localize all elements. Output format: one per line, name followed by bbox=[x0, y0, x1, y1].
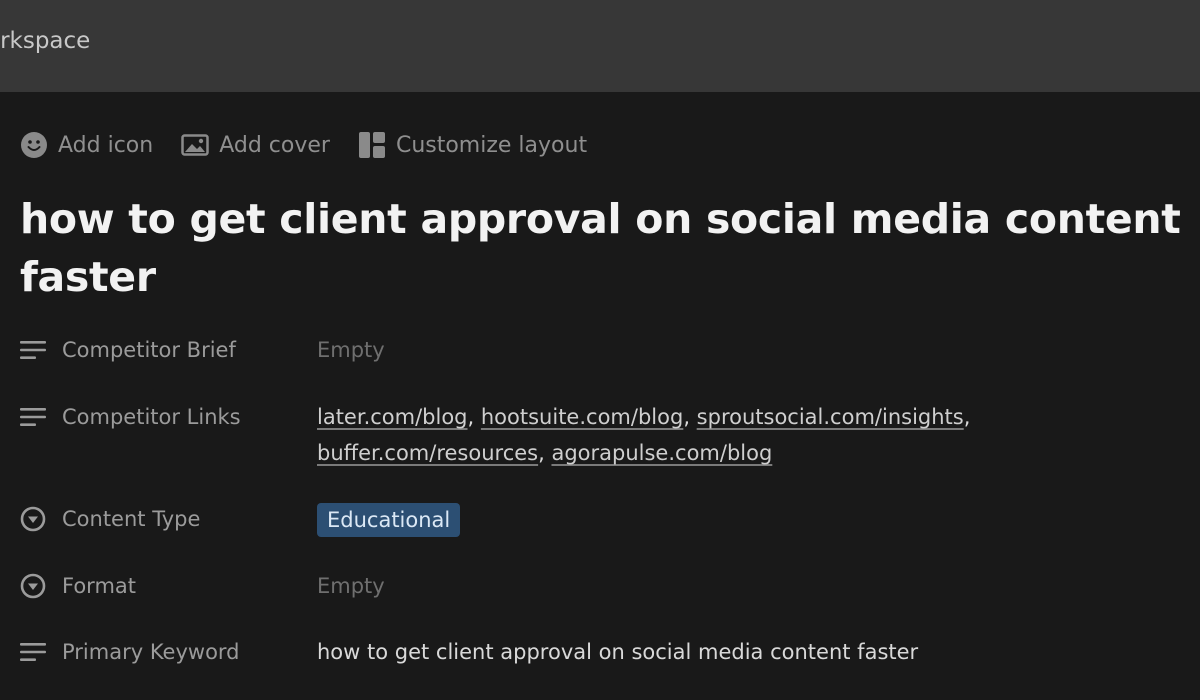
select-circle-icon bbox=[20, 506, 46, 532]
competitor-link[interactable]: agorapulse.com/blog bbox=[551, 441, 772, 465]
page-actions: Add icon Add cover Customize layout bbox=[20, 130, 615, 160]
property-label: Primary Keyword bbox=[62, 640, 240, 664]
text-lines-icon bbox=[20, 341, 46, 359]
property-name[interactable]: Format bbox=[20, 569, 136, 603]
property-label: Competitor Links bbox=[62, 405, 241, 429]
property-label: Content Type bbox=[62, 507, 201, 531]
image-icon bbox=[181, 134, 209, 156]
customize-layout-button[interactable]: Customize layout bbox=[358, 131, 587, 159]
competitor-link[interactable]: hootsuite.com/blog bbox=[481, 405, 683, 429]
page-content: Add icon Add cover Customize layout how … bbox=[0, 92, 1200, 700]
add-icon-button[interactable]: Add icon bbox=[20, 131, 153, 159]
workspace-label[interactable]: orkspace bbox=[0, 28, 90, 54]
text-lines-icon bbox=[20, 643, 46, 661]
content-type-tag: Educational bbox=[317, 503, 461, 537]
select-circle-icon bbox=[20, 573, 46, 599]
property-name[interactable]: Content Type bbox=[20, 502, 200, 536]
competitor-link[interactable]: buffer.com/resources bbox=[317, 441, 538, 465]
property-value-empty[interactable]: Empty bbox=[317, 568, 1177, 604]
property-label: Format bbox=[62, 574, 137, 598]
competitor-links-value: later.com/blog, hootsuite.com/blog, spro… bbox=[317, 405, 971, 465]
add-icon-label: Add icon bbox=[58, 132, 154, 158]
text-lines-icon bbox=[20, 408, 46, 426]
property-label: Competitor Brief bbox=[62, 338, 236, 362]
layout-icon bbox=[358, 132, 385, 158]
primary-keyword-value[interactable]: how to get client approval on social med… bbox=[317, 634, 1177, 670]
property-name[interactable]: Competitor Links bbox=[20, 400, 241, 434]
customize-layout-label: Customize layout bbox=[395, 132, 588, 158]
competitor-link[interactable]: sproutsocial.com/insights bbox=[697, 405, 964, 429]
top-bar: orkspace bbox=[0, 0, 1200, 92]
property-name[interactable]: Competitor Brief bbox=[20, 333, 236, 367]
content-type-value[interactable]: Educational bbox=[317, 502, 1177, 538]
smiley-icon bbox=[21, 132, 47, 158]
add-cover-label: Add cover bbox=[219, 132, 330, 158]
competitor-link[interactable]: later.com/blog bbox=[317, 405, 468, 429]
property-name[interactable]: Primary Keyword bbox=[20, 635, 240, 669]
property-value-empty[interactable]: Empty bbox=[317, 332, 1177, 368]
add-cover-button[interactable]: Add cover bbox=[181, 133, 330, 158]
page-title[interactable]: how to get client approval on social med… bbox=[20, 190, 1190, 306]
